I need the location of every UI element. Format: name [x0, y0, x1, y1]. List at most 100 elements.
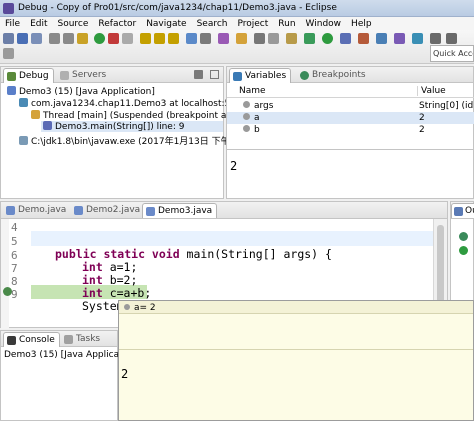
scrollbar-thumb[interactable]	[437, 225, 444, 305]
suspend-icon[interactable]	[77, 33, 88, 44]
menu-help[interactable]: Help	[346, 19, 377, 29]
terminate-icon[interactable]	[108, 33, 119, 44]
hover-detail-value[interactable]: 2	[121, 367, 128, 381]
run-icon[interactable]	[322, 33, 333, 44]
disconnect-icon[interactable]	[122, 33, 133, 44]
open-type-icon[interactable]	[218, 33, 229, 44]
code-keyword: int	[82, 260, 103, 274]
menu-refactor[interactable]: Refactor	[93, 19, 141, 29]
menu-file[interactable]: File	[0, 19, 25, 29]
variable-row[interactable]: a 2	[227, 112, 474, 124]
header-value[interactable]: Value	[417, 86, 446, 96]
breakpoints-icon	[300, 71, 309, 80]
tree-item-target[interactable]: com.java1234.chap11.Demo3 at localhost:5…	[19, 98, 253, 109]
variables-icon	[233, 72, 242, 81]
title-bar: Debug - Copy of Pro01/src/com/java1234/c…	[0, 0, 474, 17]
save-icon[interactable]	[17, 33, 28, 44]
editor-tabbar: Demo.java Demo2.java Demo3.java	[1, 202, 447, 219]
stack-frame-icon	[43, 121, 52, 130]
save-all-icon[interactable]	[31, 33, 42, 44]
tab-demo2-java[interactable]: Demo2.java	[71, 203, 144, 218]
menu-run[interactable]: Run	[273, 19, 300, 29]
new-class-icon[interactable]	[412, 33, 423, 44]
new-package-icon[interactable]	[394, 33, 405, 44]
variables-header: Name Value	[227, 85, 474, 98]
code-line[interactable]: int c=a+b;	[82, 286, 151, 300]
toggle-mark-icon[interactable]	[254, 33, 265, 44]
line-number: 9	[11, 288, 18, 301]
variable-value: String[0] (id=1	[419, 101, 474, 111]
step-over-icon[interactable]	[154, 33, 165, 44]
variable-detail-pane[interactable]: 2	[230, 159, 237, 173]
code-line[interactable]: int a=1;	[82, 260, 137, 274]
tree-item-process[interactable]: C:\jdk1.8\bin\javaw.exe (2017年1月13日 下午4:…	[19, 134, 259, 147]
new-icon[interactable]	[3, 33, 14, 44]
code-line[interactable]: int b=2;	[82, 273, 137, 287]
drop-to-frame-icon[interactable]	[186, 33, 197, 44]
variable-hover-popup[interactable]: a= 2 2	[118, 300, 474, 421]
variables-view: Variables Breakpoints Name Value args St…	[226, 66, 474, 199]
class-node-icon[interactable]	[459, 232, 468, 241]
back-icon[interactable]	[430, 33, 441, 44]
line-number: 4	[11, 221, 18, 234]
tab-variables-label: Variables	[245, 71, 287, 81]
tab-breakpoints-label: Breakpoints	[312, 70, 366, 80]
pin-icon[interactable]	[3, 48, 14, 59]
code-keyword: int	[82, 273, 103, 287]
variable-row[interactable]: b 2	[227, 124, 474, 136]
process-icon	[19, 136, 28, 145]
use-step-filters-icon[interactable]	[200, 33, 211, 44]
tab-console-label: Console	[19, 335, 55, 345]
tab-console[interactable]: Console	[3, 332, 60, 347]
tree-item-thread[interactable]: Thread [main] (Suspended (breakpoint at …	[31, 110, 249, 121]
header-name[interactable]: Name	[239, 86, 266, 96]
resume-icon[interactable]	[94, 33, 105, 44]
line-number: 7	[11, 262, 18, 275]
view-menu-icon[interactable]	[194, 70, 203, 79]
quick-access-input[interactable]: Quick Acce	[430, 45, 474, 62]
menu-window[interactable]: Window	[301, 19, 347, 29]
method-node-icon[interactable]	[459, 246, 468, 255]
external-tools-icon[interactable]	[358, 33, 369, 44]
debug-icon[interactable]	[304, 33, 315, 44]
code-text: b=2;	[102, 273, 138, 287]
tab-servers[interactable]: Servers	[57, 68, 110, 83]
coverage-icon[interactable]	[340, 33, 351, 44]
menu-source[interactable]: Source	[53, 19, 94, 29]
servers-icon	[60, 71, 69, 80]
java-file-icon	[6, 206, 15, 215]
tree-item-stackframe[interactable]: Demo3.main(String[]) line: 9	[41, 121, 223, 132]
menu-edit[interactable]: Edit	[25, 19, 52, 29]
menu-navigate[interactable]: Navigate	[141, 19, 191, 29]
tree-item-launch[interactable]: Demo3 (15) [Java Application]	[7, 86, 155, 97]
tab-breakpoints[interactable]: Breakpoints	[297, 68, 370, 83]
tab-outline[interactable]: Outli	[451, 203, 474, 218]
tree-item-label: Demo3 (15) [Java Application]	[19, 87, 155, 97]
tab-demo3-java[interactable]: Demo3.java	[142, 203, 218, 218]
forward-icon[interactable]	[446, 33, 457, 44]
tab-tasks[interactable]: Tasks	[61, 332, 104, 347]
search-icon[interactable]	[236, 33, 247, 44]
hover-divider	[119, 349, 473, 350]
menu-project[interactable]: Project	[232, 19, 273, 29]
menu-search[interactable]: Search	[192, 19, 233, 29]
last-edit-icon[interactable]	[286, 33, 297, 44]
tab-tasks-label: Tasks	[76, 334, 101, 344]
maximize-icon[interactable]	[210, 70, 219, 79]
step-return-icon[interactable]	[168, 33, 179, 44]
new-java-project-icon[interactable]	[376, 33, 387, 44]
tab-variables[interactable]: Variables	[229, 68, 292, 83]
pause-icon[interactable]	[63, 33, 74, 44]
console-view: Console Tasks Demo3 (15) [Java Applicati…	[0, 330, 140, 421]
tab-demo3-label: Demo3.java	[158, 206, 213, 216]
next-annotation-icon[interactable]	[268, 33, 279, 44]
step-into-icon[interactable]	[140, 33, 151, 44]
tab-debug[interactable]: Debug	[3, 68, 54, 83]
code-line[interactable]: public static void main(String[] args) {	[55, 247, 332, 261]
code-text: main(String[] args) {	[179, 247, 332, 261]
menu-bar: File Edit Source Refactor Navigate Searc…	[0, 17, 474, 30]
code-text: c=a+b;	[102, 286, 152, 300]
variable-row[interactable]: args String[0] (id=1	[227, 100, 474, 112]
skip-breakpoints-icon[interactable]	[49, 33, 60, 44]
tab-demo-java[interactable]: Demo.java	[3, 203, 70, 218]
